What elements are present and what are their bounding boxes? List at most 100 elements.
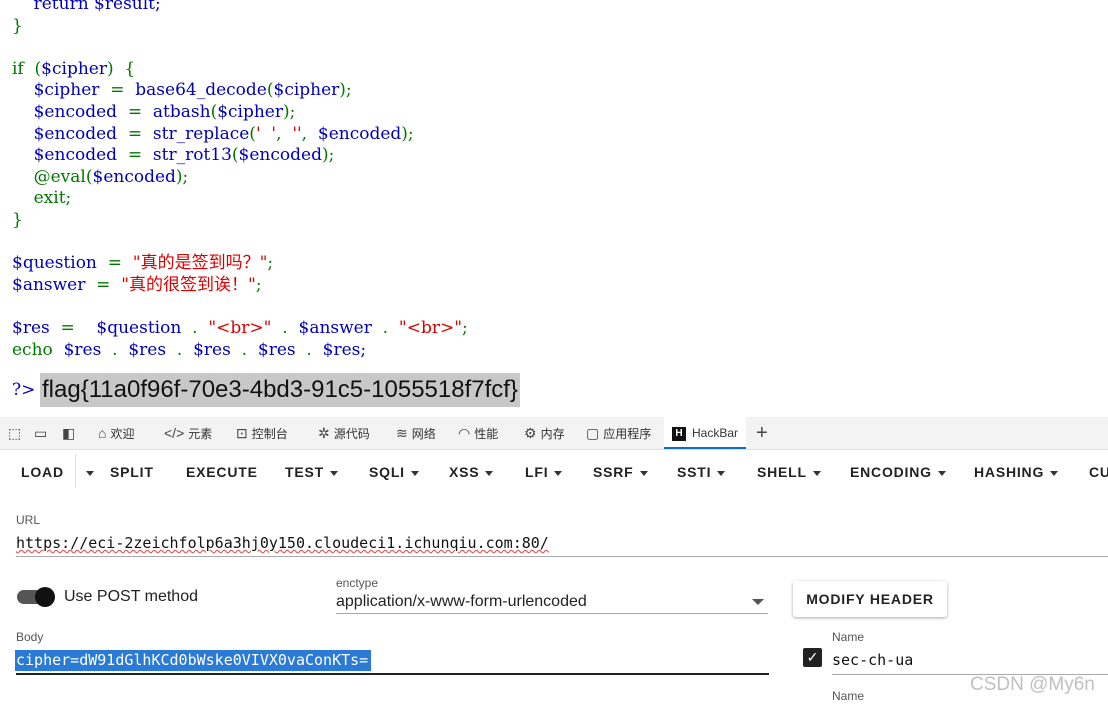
header-name-input[interactable]: sec-ch-ua bbox=[832, 651, 913, 669]
tab-welcome[interactable]: ⌂ 欢迎 bbox=[98, 417, 134, 449]
menu-label: TEST bbox=[285, 464, 324, 480]
tab-memory[interactable]: ⚙ 内存 bbox=[524, 417, 565, 449]
execute-button[interactable]: EXECUTE bbox=[186, 452, 258, 492]
url-underline bbox=[16, 556, 1108, 557]
code-token: ); bbox=[283, 102, 296, 122]
code-line: } bbox=[12, 210, 23, 231]
toggle-thumb[interactable] bbox=[35, 587, 55, 607]
code-token: ) { bbox=[106, 58, 136, 79]
code-line: return $result; bbox=[12, 0, 161, 15]
tab-sources[interactable]: ✲ 源代码 bbox=[318, 417, 370, 449]
dropdown-arrow-icon[interactable] bbox=[752, 599, 764, 605]
code-token: } bbox=[12, 210, 23, 230]
menu-xss[interactable]: XSS bbox=[449, 452, 494, 492]
tab-network[interactable]: ≋ 网络 bbox=[396, 417, 436, 449]
tab-console[interactable]: ⊡ 控制台 bbox=[236, 417, 288, 449]
tab-label: 应用程序 bbox=[603, 427, 652, 441]
code-line: $cipher = base64_decode($cipher); bbox=[12, 80, 352, 101]
device-emulation-icon[interactable]: ▭ bbox=[34, 417, 51, 449]
load-dropdown[interactable] bbox=[80, 452, 94, 492]
chevron-down-icon bbox=[717, 470, 726, 476]
code-token: ' ' bbox=[255, 123, 277, 144]
menu-lfi[interactable]: LFI bbox=[525, 452, 563, 492]
code-token: = bbox=[49, 318, 97, 338]
hackbar-logo-icon: H bbox=[672, 426, 686, 441]
watermark: CSDN @My6n bbox=[970, 674, 1095, 695]
tab-hackbar[interactable]: H HackBar bbox=[664, 417, 747, 449]
code-token: '' bbox=[292, 123, 302, 144]
console-icon: ⊡ bbox=[236, 425, 248, 441]
menu-encoding[interactable]: ENCODING bbox=[850, 452, 946, 492]
code-token: , bbox=[276, 123, 293, 144]
inspect-icon[interactable]: ⬚ bbox=[8, 417, 25, 449]
menu-shell[interactable]: SHELL bbox=[757, 452, 821, 492]
tab-performance[interactable]: ◠ 性能 bbox=[458, 417, 498, 449]
modify-header-button[interactable]: MODIFY HEADER bbox=[793, 581, 947, 617]
menu-custom[interactable]: CU bbox=[1089, 452, 1108, 492]
chevron-down-icon bbox=[410, 470, 419, 476]
code-token: } bbox=[12, 15, 23, 36]
code-line: if ($cipher) { bbox=[12, 59, 135, 80]
code-token: . bbox=[181, 318, 209, 338]
hackbar-menu: LOAD SPLIT EXECUTE TEST SQLI XSS LFI SSR… bbox=[0, 452, 1108, 492]
code-line: @eval($encoded); bbox=[12, 166, 189, 188]
enctype-select[interactable]: application/x-www-form-urlencoded bbox=[336, 593, 587, 611]
code-token: "<br>" bbox=[208, 318, 272, 338]
code-line: $res = $question . "<br>" . $answer . "<… bbox=[12, 318, 468, 339]
menu-sqli[interactable]: SQLI bbox=[369, 452, 419, 492]
tab-elements[interactable]: </> 元素 bbox=[164, 417, 212, 449]
code-token: str_rot13 bbox=[152, 145, 232, 166]
url-label: URL bbox=[16, 513, 41, 527]
body-underline bbox=[16, 673, 769, 675]
menu-label: SSRF bbox=[593, 464, 634, 480]
menu-test[interactable]: TEST bbox=[285, 452, 338, 492]
body-input[interactable]: cipher=dW91dGlhKCd0bWske0VIVX0vaConKTs= bbox=[15, 650, 372, 671]
code-token: = bbox=[85, 274, 122, 295]
menu-ssti[interactable]: SSTI bbox=[677, 452, 726, 492]
code-token: ); bbox=[175, 166, 189, 187]
code-token: = bbox=[117, 102, 153, 122]
code-token: $question bbox=[12, 253, 97, 274]
php-source-view: return $result;} if ($cipher) { $cipher =… bbox=[0, 0, 1108, 416]
bug-icon: ✲ bbox=[318, 425, 330, 441]
menu-divider bbox=[75, 454, 76, 488]
code-token: ); bbox=[401, 123, 414, 144]
menu-ssrf[interactable]: SSRF bbox=[593, 452, 648, 492]
code-token: . bbox=[101, 339, 129, 360]
add-tab-button[interactable]: + bbox=[756, 417, 768, 449]
code-line: $encoded = str_replace(' ', '', $encoded… bbox=[12, 124, 414, 145]
enctype-label: enctype bbox=[336, 576, 379, 590]
code-token: $encoded bbox=[238, 145, 322, 166]
header-enabled-checkbox[interactable]: ✓ bbox=[803, 648, 822, 667]
chevron-down-icon bbox=[639, 470, 648, 476]
code-token: echo bbox=[12, 339, 64, 360]
code-token: , bbox=[301, 123, 318, 144]
code-token: return $result; bbox=[12, 0, 161, 14]
code-token: . bbox=[295, 339, 323, 360]
tab-label: 性能 bbox=[474, 427, 499, 441]
chevron-down-icon bbox=[812, 470, 821, 476]
header-name-label: Name bbox=[832, 630, 865, 644]
code-token: $res bbox=[193, 339, 231, 360]
tab-label: 源代码 bbox=[333, 427, 370, 441]
load-button[interactable]: LOAD bbox=[21, 452, 64, 492]
window-icon: ▢ bbox=[586, 425, 600, 441]
code-token: exit; bbox=[12, 188, 72, 209]
dock-side-icon[interactable]: ◧ bbox=[62, 417, 79, 449]
menu-label: SQLI bbox=[369, 464, 405, 480]
chevron-down-icon bbox=[554, 470, 563, 476]
menu-label: LFI bbox=[525, 464, 549, 480]
code-token: = bbox=[117, 123, 153, 144]
tab-application[interactable]: ▢ 应用程序 bbox=[586, 417, 651, 449]
split-button[interactable]: SPLIT bbox=[110, 452, 154, 492]
code-token: $encoded bbox=[12, 102, 118, 122]
menu-label: XSS bbox=[449, 464, 480, 480]
url-input[interactable]: https://eci-2zeichfolp6a3hj0y150.cloudec… bbox=[16, 534, 549, 552]
code-line: exit; bbox=[12, 188, 72, 209]
menu-hashing[interactable]: HASHING bbox=[974, 452, 1059, 492]
memory-icon: ⚙ bbox=[524, 425, 537, 441]
code-token: ); bbox=[339, 80, 352, 101]
code-token: . bbox=[271, 318, 299, 338]
code-token: $res bbox=[63, 339, 102, 360]
code-token: $question bbox=[96, 318, 182, 338]
